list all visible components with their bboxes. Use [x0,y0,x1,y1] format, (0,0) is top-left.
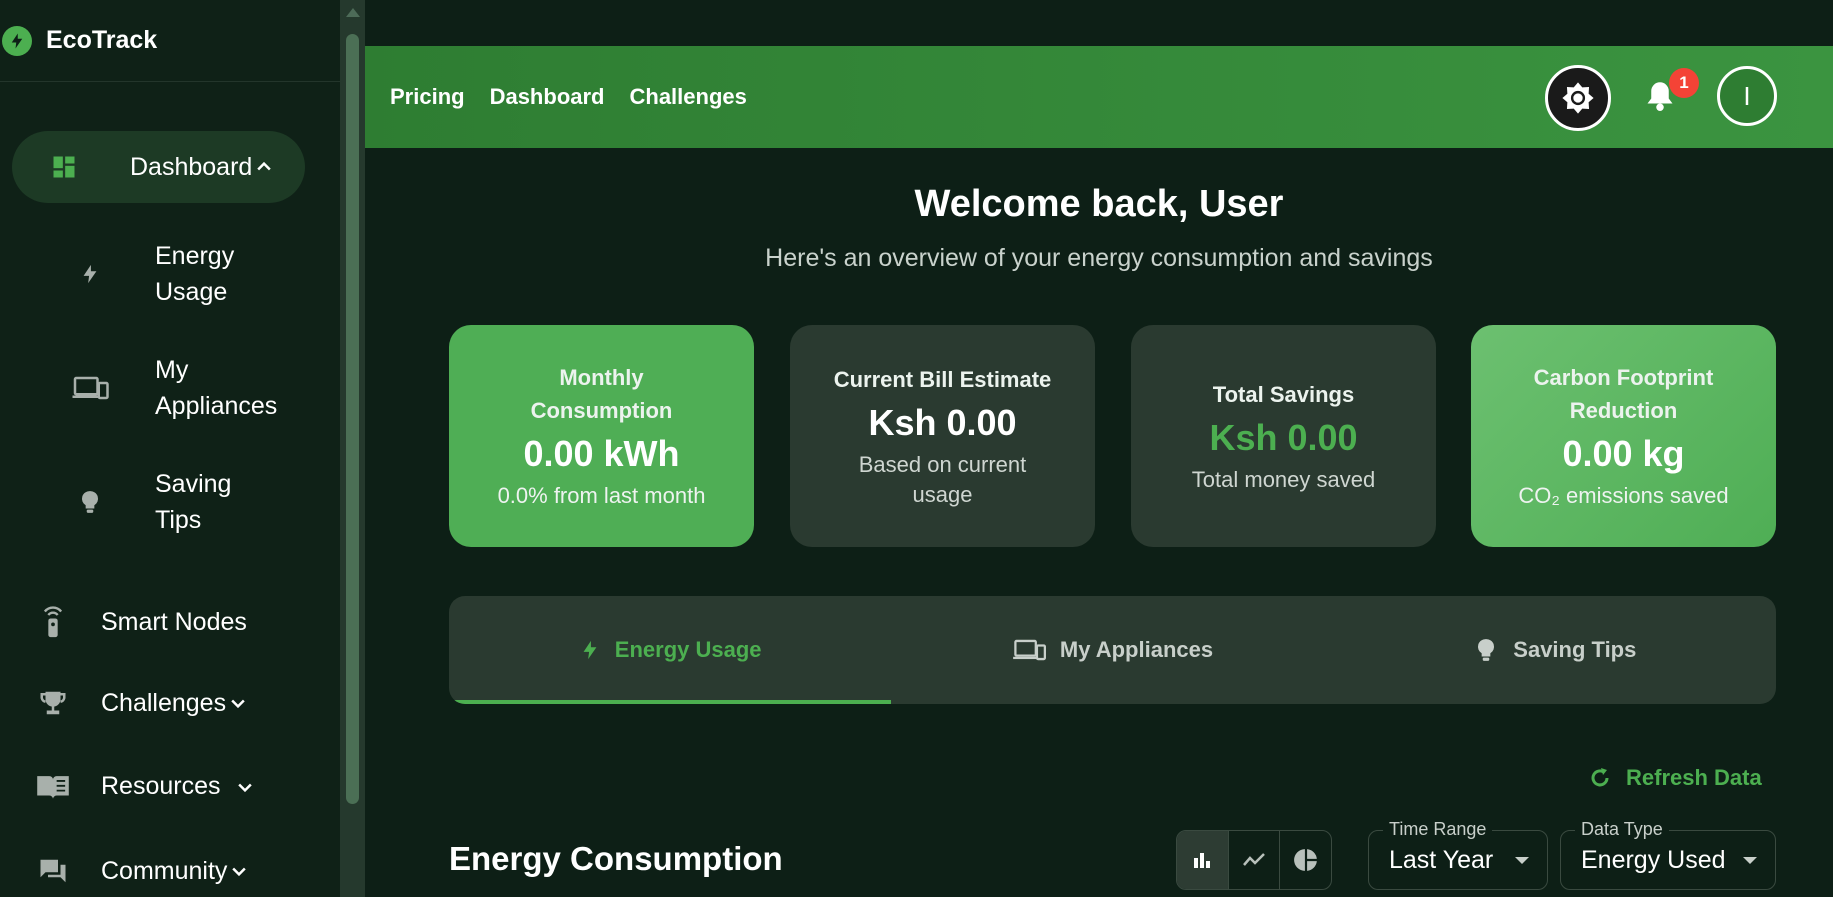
card-note: Total money saved [1191,466,1376,492]
card-value: 0.00 kg [1562,433,1685,474]
card-current-bill: Current Bill Estimate Ksh 0.00 Based on … [790,325,1095,547]
theme-toggle-button[interactable] [1545,65,1611,131]
line-chart-button[interactable] [1229,831,1281,889]
sidebar: EcoTrack Dashboard Energy Usage My Appli… [0,0,340,897]
scroll-up-arrow-icon[interactable] [346,8,360,17]
card-value: Ksh 0.00 [1209,416,1358,458]
chevron-down-icon [228,693,248,713]
tab-label: Energy Usage [614,637,762,662]
time-range-select[interactable]: Time Range Last Year [1368,819,1548,890]
scrollbar-thumb[interactable] [346,34,359,804]
label-line: Appliances [155,392,278,420]
sidebar-item-saving-tips[interactable]: Saving Tips [70,466,231,538]
sidebar-item-label: Challenges [101,688,227,717]
dropdown-arrow-icon [1743,857,1757,864]
label-line: Tips [155,506,202,534]
refresh-data-button[interactable]: Refresh Data [1588,765,1762,791]
section-title: Energy Consumption [449,840,783,877]
sidebar-item-challenges[interactable]: Challenges [25,688,248,718]
chevron-down-icon [235,777,255,797]
chevron-up-icon [254,157,274,177]
data-type-select[interactable]: Data Type Energy Used [1560,819,1776,890]
remote-icon [25,604,81,640]
card-note: Based on current usage [858,451,1027,507]
bar-chart-button[interactable] [1177,831,1229,889]
top-navbar: Pricing Dashboard Challenges 1 I [365,46,1833,148]
card-monthly-consumption: Monthly Consumption 0.00 kWh 0.0% from l… [449,325,754,547]
bar-chart-icon [1190,848,1214,872]
card-title: Monthly Consumption [530,365,673,423]
card-value: 0.00 kWh [523,433,680,474]
label-line: Energy [155,242,235,270]
pie-chart-icon [1293,847,1319,873]
sidebar-item-energy-usage[interactable]: Energy Usage [70,238,234,310]
tab-label: My Appliances [1059,637,1214,662]
lightbulb-icon [1473,635,1499,665]
tab-saving-tips[interactable]: Saving Tips [1334,596,1776,704]
pie-chart-button[interactable] [1280,831,1331,889]
refresh-label: Refresh Data [1626,765,1762,790]
tab-energy-usage[interactable]: Energy Usage [449,596,892,704]
label-line: My [155,356,189,384]
card-title: Current Bill Estimate [833,366,1052,392]
avatar[interactable]: I [1717,66,1777,126]
page-title: Welcome back, User [914,183,1284,225]
devices-icon [1012,636,1046,664]
sidebar-item-label: Community [101,856,228,885]
tab-label: Saving Tips [1513,637,1637,662]
chevron-down-icon [229,861,249,881]
notification-badge: 1 [1669,68,1699,98]
label-line: Usage [155,278,228,306]
brand[interactable]: EcoTrack [0,0,340,82]
trophy-icon [25,688,81,718]
card-value: Ksh 0.00 [868,401,1017,443]
card-note: CO₂ emissions saved [1518,483,1729,508]
sidebar-item-community[interactable]: Community [25,856,249,886]
sidebar-item-dashboard[interactable]: Dashboard [12,131,305,203]
sidebar-item-label: Resources [101,772,221,800]
sidebar-item-smart-nodes[interactable]: Smart Nodes [25,604,247,640]
sidebar-item-my-appliances[interactable]: My Appliances [70,352,277,424]
lightbulb-icon [70,486,110,518]
card-title: Carbon Footprint Reduction [1533,365,1714,423]
refresh-icon [1588,766,1612,790]
sidebar-item-resources[interactable]: Resources [25,772,255,801]
time-range-value: Last Year [1389,845,1494,874]
card-note: 0.0% from last month [497,483,706,508]
sidebar-item-label: Energy Usage [155,238,234,310]
leaf-icon [2,25,32,56]
topbar-actions: 1 I [365,46,1833,148]
sidebar-item-label: My Appliances [155,352,277,424]
tab-bar: Energy Usage My Appliances Saving Tips [449,596,1776,704]
brightness-icon [1561,81,1595,115]
tab-my-appliances[interactable]: My Appliances [891,596,1333,704]
card-carbon-reduction: Carbon Footprint Reduction 0.00 kg CO₂ e… [1471,325,1776,547]
card-total-savings: Total Savings Ksh 0.00 Total money saved [1131,325,1436,547]
bolt-icon [579,635,601,665]
dropdown-arrow-icon [1515,857,1529,864]
brand-name: EcoTrack [46,26,158,54]
data-type-label: Data Type [1575,819,1669,840]
chart-type-toggle [1176,830,1332,890]
sidebar-item-label: Smart Nodes [101,607,247,636]
line-chart-icon [1240,848,1268,872]
forum-icon [25,856,81,886]
time-range-label: Time Range [1383,819,1493,840]
page-subtitle: Here's an overview of your energy consum… [765,244,1433,272]
dashboard-icon [36,153,92,181]
bolt-icon [70,259,110,289]
book-icon [25,773,81,801]
sidebar-item-label: Dashboard [130,152,253,181]
devices-icon [70,373,110,403]
card-title: Total Savings [1212,381,1355,407]
sidebar-item-label: Saving Tips [155,466,231,538]
data-type-value: Energy Used [1581,845,1726,874]
label-line: Saving [155,470,232,498]
